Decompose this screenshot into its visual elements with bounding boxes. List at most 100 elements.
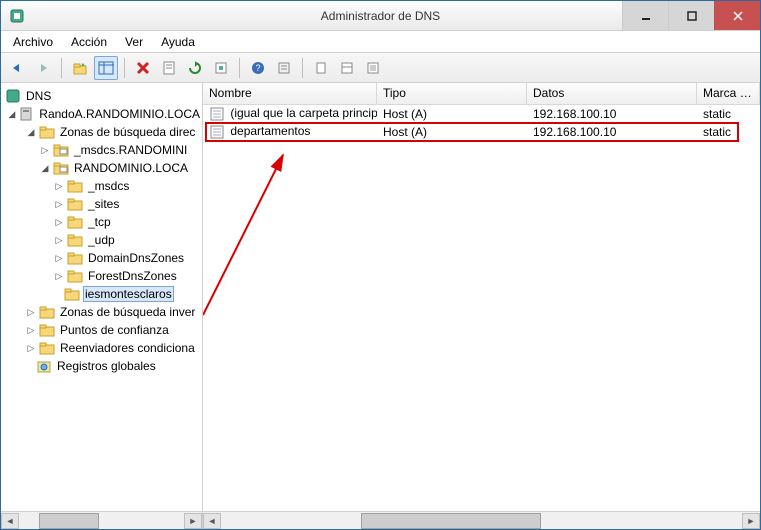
expand-icon[interactable]: ▷ xyxy=(26,325,36,336)
menu-accion[interactable]: Acción xyxy=(63,33,115,51)
up-button[interactable] xyxy=(68,56,92,80)
menu-ver[interactable]: Ver xyxy=(117,33,151,51)
cell-marca: static xyxy=(697,125,760,139)
column-header-datos[interactable]: Datos xyxy=(527,83,697,104)
scroll-left-button[interactable]: ◄ xyxy=(203,513,221,529)
menu-ayuda[interactable]: Ayuda xyxy=(153,33,203,51)
client-area: DNS ◢ RandoA.RANDOMINIO.LOCA ◢ Zonas de … xyxy=(1,83,760,529)
cell-tipo: Host (A) xyxy=(377,125,527,139)
expand-icon[interactable]: ▷ xyxy=(54,253,64,264)
folder-icon xyxy=(39,304,55,320)
tree-view[interactable]: DNS ◢ RandoA.RANDOMINIO.LOCA ◢ Zonas de … xyxy=(1,83,202,511)
help-button[interactable]: ? xyxy=(246,56,270,80)
list-row[interactable]: (igual que la carpeta princip... Host (A… xyxy=(203,105,760,123)
tree-label: DNS xyxy=(24,89,53,103)
expand-icon[interactable]: ▷ xyxy=(54,217,64,228)
maximize-button[interactable] xyxy=(668,1,714,30)
tree-node-forwarders[interactable]: ▷ Reenviadores condiciona xyxy=(5,339,202,357)
tree-label: Puntos de confianza xyxy=(58,323,171,337)
app-icon xyxy=(9,8,25,24)
expand-icon[interactable]: ▷ xyxy=(54,271,64,282)
tree-node-server[interactable]: ◢ RandoA.RANDOMINIO.LOCA xyxy=(5,105,202,123)
server-icon xyxy=(18,106,34,122)
list-body[interactable]: (igual que la carpeta princip... Host (A… xyxy=(203,105,760,511)
close-button[interactable] xyxy=(714,1,760,30)
tree-node-sub-msdcs[interactable]: ▷ _msdcs xyxy=(5,177,202,195)
expand-icon[interactable]: ▷ xyxy=(54,199,64,210)
menu-bar: Archivo Acción Ver Ayuda xyxy=(1,31,760,53)
tree-label: Zonas de búsqueda direc xyxy=(58,125,197,139)
list-horizontal-scrollbar[interactable]: ◄ ► xyxy=(203,511,760,529)
scroll-thumb[interactable] xyxy=(39,513,99,529)
folder-icon xyxy=(67,178,83,194)
tree-node-dns[interactable]: DNS xyxy=(5,87,202,105)
new-record-button[interactable] xyxy=(309,56,333,80)
folder-icon xyxy=(67,214,83,230)
tree-node-sub-sites[interactable]: ▷ _sites xyxy=(5,195,202,213)
tree-label: _msdcs.RANDOMINI xyxy=(72,143,189,157)
forward-button[interactable] xyxy=(31,56,55,80)
scroll-thumb[interactable] xyxy=(361,513,541,529)
tree-node-sub-iesmontesclaros[interactable]: iesmontesclaros xyxy=(5,285,202,303)
cell-datos: 192.168.100.10 xyxy=(527,125,697,139)
tree-label-selected: iesmontesclaros xyxy=(83,286,174,302)
export-button[interactable] xyxy=(209,56,233,80)
minimize-button[interactable] xyxy=(622,1,668,30)
tree-node-sub-udp[interactable]: ▷ _udp xyxy=(5,231,202,249)
tree-horizontal-scrollbar[interactable]: ◄ ► xyxy=(1,511,202,529)
tree-label: Reenviadores condiciona xyxy=(58,341,197,355)
cell-nombre: (igual que la carpeta princip... xyxy=(230,106,377,120)
tree-pane: DNS ◢ RandoA.RANDOMINIO.LOCA ◢ Zonas de … xyxy=(1,83,203,529)
tree-node-reverse-zones[interactable]: ▷ Zonas de búsqueda inver xyxy=(5,303,202,321)
collapse-icon[interactable]: ◢ xyxy=(8,109,15,120)
launch-button[interactable] xyxy=(361,56,385,80)
tree-node-msdcs-zone[interactable]: ▷ _msdcs.RANDOMINI xyxy=(5,141,202,159)
show-tree-button[interactable] xyxy=(94,56,118,80)
expand-icon[interactable]: ▷ xyxy=(54,181,64,192)
tree-node-sub-domaindns[interactable]: ▷ DomainDnsZones xyxy=(5,249,202,267)
record-icon xyxy=(209,124,225,140)
new-zone-button[interactable] xyxy=(335,56,359,80)
scroll-left-button[interactable]: ◄ xyxy=(1,513,19,529)
column-header-nombre[interactable]: Nombre xyxy=(203,83,377,104)
tree-label: Zonas de búsqueda inver xyxy=(58,305,197,319)
scroll-right-button[interactable]: ► xyxy=(184,513,202,529)
column-header-tipo[interactable]: Tipo xyxy=(377,83,527,104)
tree-label: _sites xyxy=(86,197,121,211)
folder-icon xyxy=(67,232,83,248)
filter-button[interactable] xyxy=(272,56,296,80)
collapse-icon[interactable]: ◢ xyxy=(26,127,36,138)
column-header-marca[interactable]: Marca de xyxy=(697,83,760,104)
expand-icon[interactable]: ▷ xyxy=(26,343,36,354)
tree-node-sub-forestdns[interactable]: ▷ ForestDnsZones xyxy=(5,267,202,285)
refresh-button[interactable] xyxy=(183,56,207,80)
folder-icon xyxy=(67,196,83,212)
menu-archivo[interactable]: Archivo xyxy=(5,33,61,51)
tree-node-domain-zone[interactable]: ◢ RANDOMINIO.LOCA xyxy=(5,159,202,177)
expand-icon[interactable]: ▷ xyxy=(40,145,50,156)
title-bar: Administrador de DNS xyxy=(1,1,760,31)
delete-button[interactable] xyxy=(131,56,155,80)
toolbar-separator xyxy=(239,58,240,78)
expand-icon[interactable]: ▷ xyxy=(26,307,36,318)
tree-node-global[interactable]: Registros globales xyxy=(5,357,202,375)
tree-label: Registros globales xyxy=(55,359,158,373)
scroll-right-button[interactable]: ► xyxy=(742,513,760,529)
record-icon xyxy=(209,106,225,122)
tree-node-forward-zones[interactable]: ◢ Zonas de búsqueda direc xyxy=(5,123,202,141)
zone-icon xyxy=(53,160,69,176)
tree-label: _msdcs xyxy=(86,179,131,193)
tree-label: RandoA.RANDOMINIO.LOCA xyxy=(37,107,202,121)
list-row[interactable]: departamentos Host (A) 192.168.100.10 st… xyxy=(203,123,760,141)
properties-button[interactable] xyxy=(157,56,181,80)
cell-datos: 192.168.100.10 xyxy=(527,107,697,121)
tree-node-sub-tcp[interactable]: ▷ _tcp xyxy=(5,213,202,231)
expand-icon[interactable]: ▷ xyxy=(54,235,64,246)
folder-icon xyxy=(67,250,83,266)
zone-icon xyxy=(53,142,69,158)
list-pane: Nombre Tipo Datos Marca de (igual que la… xyxy=(203,83,760,529)
tree-node-trust-points[interactable]: ▷ Puntos de confianza xyxy=(5,321,202,339)
list-header: Nombre Tipo Datos Marca de xyxy=(203,83,760,105)
back-button[interactable] xyxy=(5,56,29,80)
collapse-icon[interactable]: ◢ xyxy=(40,163,50,174)
